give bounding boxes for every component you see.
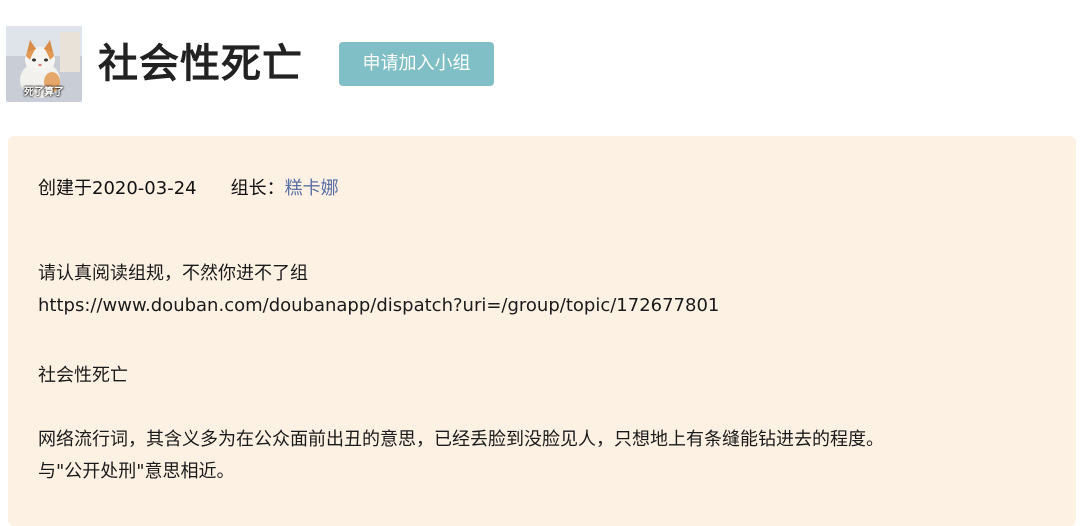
definition-line-2: 与"公开处刑"意思相近。 [38,461,235,482]
owner-name-link[interactable]: 糕卡娜 [285,178,339,199]
group-avatar[interactable]: 死了算了 [6,26,82,102]
created-date: 创建于2020-03-24 [38,178,197,199]
definition-line-1: 网络流行词，其含义多为在公众面前出丑的意思，已经丢脸到没脸见人，只想地上有条缝能… [38,429,884,450]
group-meta: 创建于2020-03-24 组长：糕卡娜 [38,176,339,202]
group-title: 社会性死亡 [98,41,303,87]
avatar-caption: 死了算了 [24,87,64,98]
term-definition: 网络流行词，其含义多为在公众面前出丑的意思，已经丢脸到没脸见人，只想地上有条缝能… [38,424,884,488]
group-header: 死了算了 社会性死亡 申请加入小组 [0,0,1080,120]
term-heading: 社会性死亡 [38,365,128,386]
rules-link[interactable]: https://www.douban.com/doubanapp/dispatc… [38,290,719,322]
join-group-button[interactable]: 申请加入小组 [339,42,494,86]
owner-label: 组长： [230,178,285,199]
rules-section: 请认真阅读组规，不然你进不了组 https://www.douban.com/d… [38,258,719,322]
rules-notice: 请认真阅读组规，不然你进不了组 [38,263,308,284]
